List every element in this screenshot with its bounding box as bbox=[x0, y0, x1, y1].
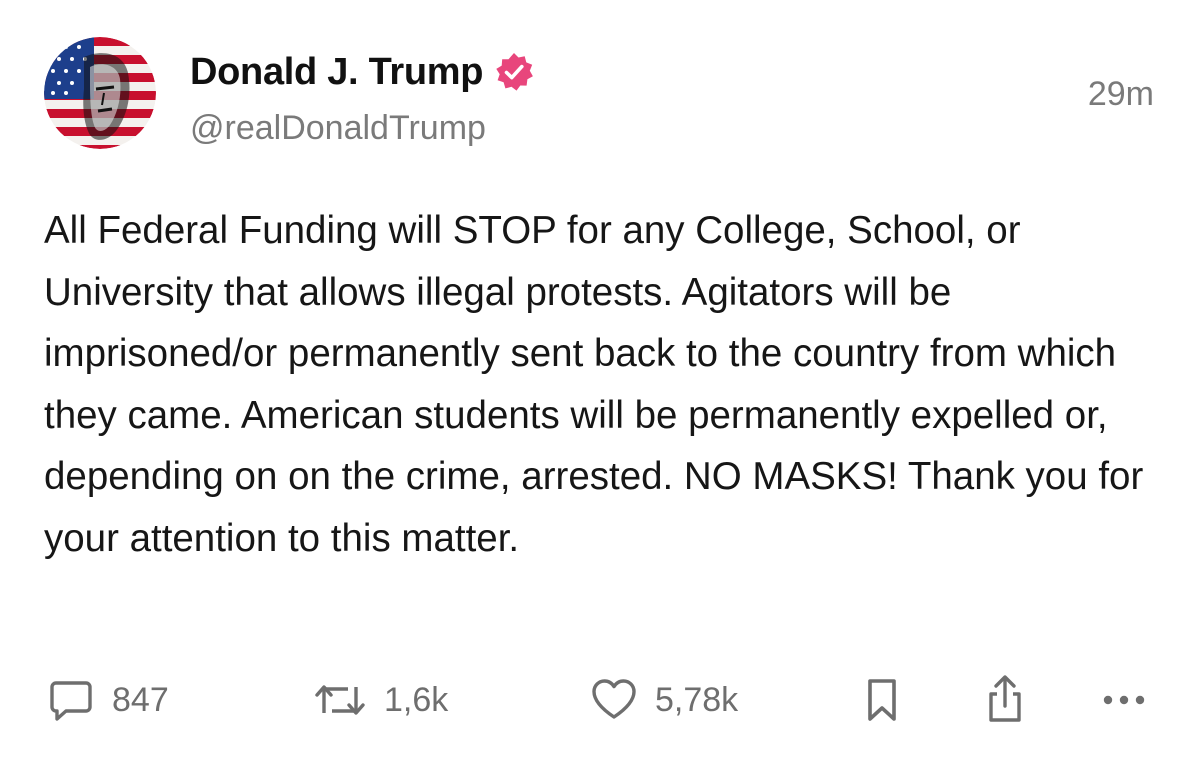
share-button[interactable] bbox=[982, 668, 1028, 732]
post-timestamp[interactable]: 29m bbox=[1088, 72, 1154, 116]
bookmark-icon bbox=[868, 679, 896, 721]
more-icon bbox=[1103, 695, 1145, 705]
author-avatar[interactable] bbox=[44, 37, 156, 149]
post-body-text: All Federal Funding will STOP for any Co… bbox=[44, 209, 1144, 560]
verified-badge-icon bbox=[496, 53, 534, 91]
author-display-name[interactable]: Donald J. Trump bbox=[190, 48, 484, 96]
share-icon bbox=[989, 675, 1021, 722]
reply-icon bbox=[50, 681, 92, 721]
reply-count: 847 bbox=[112, 681, 169, 719]
flag-portrait-avatar-icon bbox=[44, 37, 156, 149]
post-card: Donald J. Trump @realDonaldTrump 29m All… bbox=[0, 0, 1200, 766]
repost-count: 1,6k bbox=[384, 681, 449, 719]
repost-icon bbox=[315, 685, 365, 715]
author-handle[interactable]: @realDonaldTrump bbox=[190, 106, 486, 150]
like-count: 5,78k bbox=[655, 681, 739, 719]
bookmark-button[interactable] bbox=[862, 668, 902, 732]
heart-icon bbox=[592, 679, 636, 719]
reply-button[interactable]: 847 bbox=[48, 668, 169, 732]
post-action-bar: 847 1,6k 5,78k bbox=[0, 668, 1200, 732]
like-button[interactable]: 5,78k bbox=[591, 668, 738, 732]
author-name-row: Donald J. Trump bbox=[190, 48, 535, 96]
repost-button[interactable]: 1,6k bbox=[314, 668, 448, 732]
more-options-button[interactable] bbox=[1098, 668, 1150, 732]
